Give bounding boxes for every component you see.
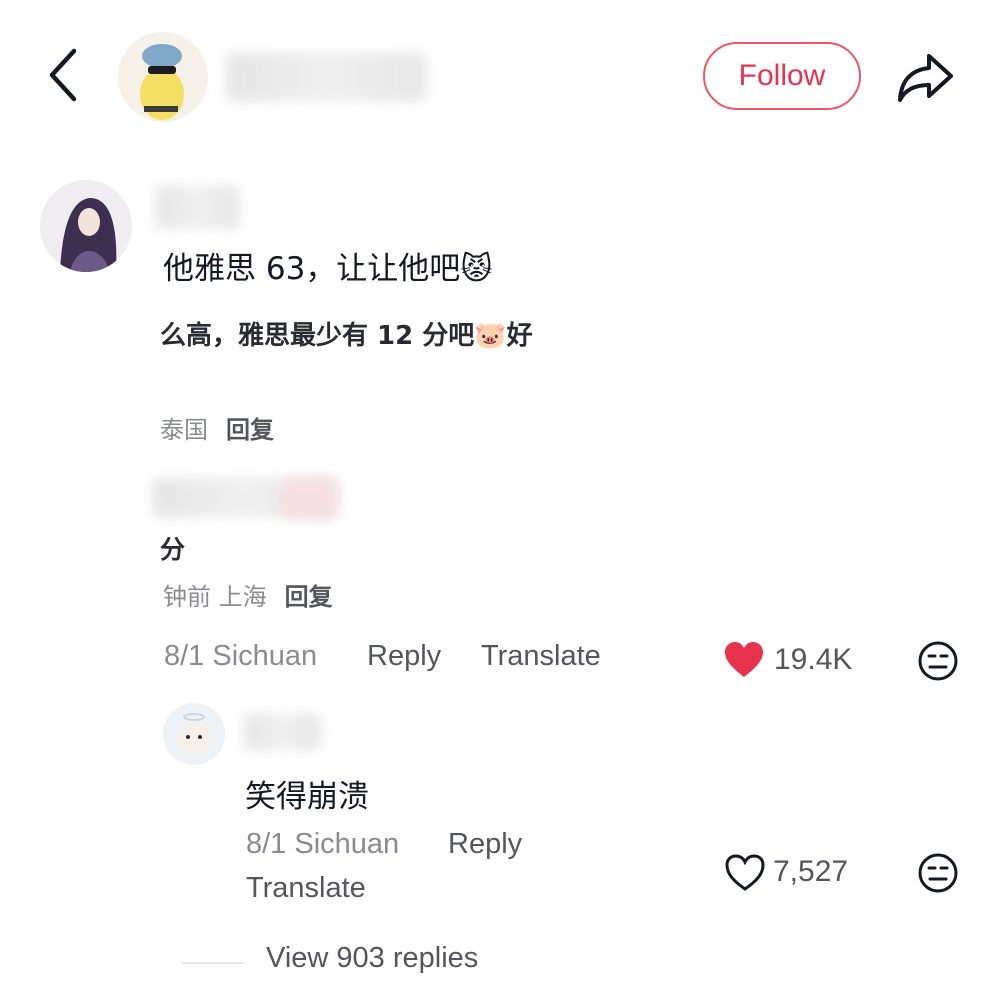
commenter-avatar[interactable] (40, 180, 132, 272)
dislike-face-icon[interactable] (917, 640, 959, 682)
quoted-reply-link[interactable]: 回复 (226, 416, 274, 444)
reply-like-count: 7,527 (773, 855, 849, 888)
quoted-reply-link-2[interactable]: 回复 (285, 583, 333, 611)
quoted-time-location: 钟前 上海 (163, 583, 267, 611)
back-chevron-icon[interactable] (40, 45, 90, 105)
reply-avatar[interactable] (163, 703, 225, 765)
view-replies-divider (182, 962, 244, 964)
reply-name-blurred (243, 713, 321, 751)
author-name-blurred (226, 52, 426, 102)
heart-outline-icon[interactable] (724, 853, 766, 893)
reply-text: 笑得崩溃 (245, 779, 369, 815)
view-replies-button[interactable]: View 903 replies (266, 942, 478, 975)
quoted-fragment-text: 分 (160, 535, 186, 564)
comment-translate-button[interactable]: Translate (481, 640, 601, 673)
quoted-meta: 泰国 回复 (160, 410, 274, 445)
heart-filled-icon[interactable] (723, 640, 765, 680)
quoted-meta-2: 钟前 上海 回复 (163, 577, 333, 612)
reply-date-location: 8/1 Sichuan (246, 828, 400, 860)
follow-button[interactable]: Follow (703, 42, 861, 110)
quoted-location: 泰国 (160, 416, 208, 444)
comment-reply-button[interactable]: Reply (367, 640, 441, 673)
reply-reply-button[interactable]: Reply (448, 828, 522, 861)
dislike-face-icon[interactable] (917, 852, 959, 894)
comment-date-location: 8/1 Sichuan (164, 640, 318, 672)
share-arrow-icon[interactable] (895, 48, 957, 104)
quoted-name-blurred-accent (280, 478, 338, 518)
quoted-comment-text: 么高，雅思最少有 12 分吧🐷好 (160, 321, 533, 351)
reply-translate-button[interactable]: Translate (246, 872, 366, 905)
comment-like-count: 19.4K (774, 643, 853, 676)
comment-text: 他雅思 63，让让他吧😾 (163, 251, 493, 287)
commenter-name-blurred (155, 185, 240, 230)
author-avatar[interactable] (118, 32, 208, 122)
